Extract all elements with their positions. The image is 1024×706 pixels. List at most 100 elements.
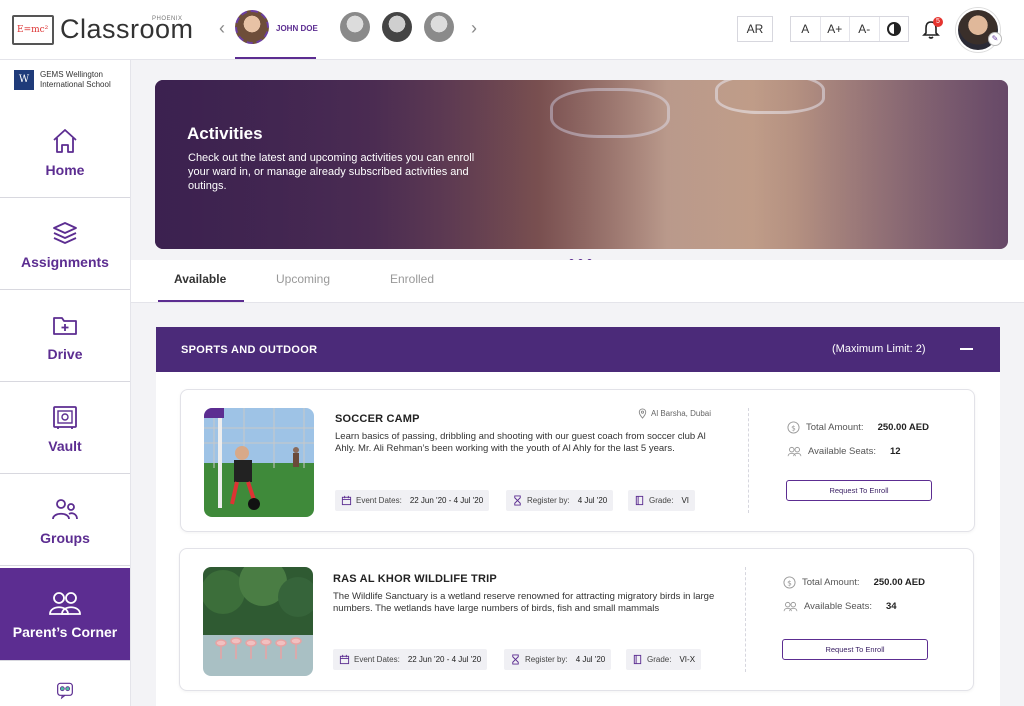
register-by-chip: Register by: 4 Jul '20 <box>506 490 614 511</box>
hourglass-icon <box>512 654 519 665</box>
grade-label: Grade: <box>649 496 674 505</box>
available-seats-value: 12 <box>889 446 901 457</box>
available-seats-value: 34 <box>885 601 897 612</box>
sidebar-item-label: Home <box>45 162 85 178</box>
school-crest-icon: W <box>14 70 34 90</box>
collapse-icon[interactable] <box>960 348 973 350</box>
logo-subtext: PHOENIX <box>152 16 183 22</box>
total-amount-label: Total Amount: <box>802 577 860 588</box>
layers-icon <box>53 222 77 244</box>
contrast-icon <box>886 22 901 36</box>
event-dates-label: Event Dates: <box>354 655 400 664</box>
logo-board-icon: E=mc² <box>12 14 54 45</box>
sidebar-item-vault[interactable]: Vault <box>0 383 130 474</box>
banner-description: Check out the latest and upcoming activi… <box>188 152 475 192</box>
grade-value: VI-X <box>679 655 696 664</box>
sidebar-item-label: Assignments <box>21 254 109 270</box>
folder-plus-icon <box>53 317 77 335</box>
dollar-coin-icon: $ <box>783 576 796 589</box>
kid-face-icon <box>57 682 73 700</box>
font-decrease-button[interactable]: A- <box>850 17 880 41</box>
svg-text:$: $ <box>791 423 796 432</box>
font-size-controls: A A+ A- <box>790 16 909 42</box>
school-name: GEMS Wellington International School <box>40 70 111 90</box>
dollar-coin-icon: $ <box>787 421 800 434</box>
total-amount-value: 250.00 AED <box>877 422 929 433</box>
activities-banner: Activities Check out the latest and upco… <box>155 80 1008 249</box>
activity-description: Learn basics of passing, dribbling and s… <box>335 431 706 454</box>
event-dates-value: 22 Jun '20 - 4 Jul '20 <box>409 496 484 505</box>
event-dates-value: 22 Jun '20 - 4 Jul '20 <box>407 655 482 664</box>
request-enroll-button[interactable]: Request To Enroll <box>786 480 932 501</box>
total-amount-value: 250.00 AED <box>873 577 925 588</box>
activity-card: RAS AL KHOR WILDLIFE TRIP The Wildlife S… <box>179 548 974 691</box>
tab-active-indicator <box>158 300 244 302</box>
language-button[interactable]: AR <box>737 16 773 42</box>
calendar-icon <box>341 495 352 506</box>
top-header: E=mc² Classroom PHOENIX ‹ JOHN DOE › AR … <box>0 0 1024 60</box>
contrast-toggle[interactable] <box>880 17 909 41</box>
child-avatar[interactable] <box>340 12 370 42</box>
svg-text:$: $ <box>787 578 792 587</box>
tab-available[interactable]: Available <box>174 272 226 286</box>
font-normal-button[interactable]: A <box>791 17 821 41</box>
sidebar-item-assignments[interactable]: Assignments <box>0 199 130 290</box>
font-increase-button[interactable]: A+ <box>821 17 850 41</box>
sidebar-item-groups[interactable]: Groups <box>0 475 130 566</box>
sidebar: W GEMS Wellington International School H… <box>0 60 131 706</box>
tab-enrolled[interactable]: Enrolled <box>390 272 434 286</box>
sidebar-item-drive[interactable]: Drive <box>0 291 130 382</box>
location-pin-icon <box>638 408 647 419</box>
chevron-left-icon[interactable]: ‹ <box>215 18 229 39</box>
notification-badge: 5 <box>933 17 943 27</box>
school-name-line1: GEMS Wellington <box>40 70 103 79</box>
child-avatar-selected[interactable] <box>235 10 269 44</box>
selected-child-name[interactable]: JOHN DOE <box>276 24 318 33</box>
wildlife-photo <box>203 567 313 676</box>
total-amount-row: $ Total Amount: 250.00 AED <box>787 421 929 434</box>
sidebar-item-label: Groups <box>40 530 90 546</box>
sidebar-item-more[interactable] <box>0 662 130 706</box>
tab-upcoming[interactable]: Upcoming <box>276 272 330 286</box>
section-title: SPORTS AND OUTDOOR <box>181 344 318 356</box>
activity-image-wildlife <box>203 567 313 676</box>
sidebar-item-label: Vault <box>48 438 82 454</box>
sidebar-item-parents-corner[interactable]: Parent’s Corner <box>0 568 130 661</box>
home-icon <box>53 129 77 153</box>
section-header[interactable]: SPORTS AND OUTDOOR (Maximum Limit: 2) <box>156 327 1000 372</box>
activity-description: The Wildlife Sanctuary is a wetland rese… <box>333 591 715 614</box>
activity-tabs: Available Upcoming Enrolled <box>131 260 1024 303</box>
chevron-right-icon[interactable]: › <box>467 18 481 39</box>
available-seats-row: Available Seats: 34 <box>783 601 897 612</box>
book-icon <box>633 654 642 665</box>
available-seats-label: Available Seats: <box>804 601 872 612</box>
vault-icon <box>53 406 77 429</box>
total-amount-label: Total Amount: <box>806 422 864 433</box>
card-divider <box>748 408 749 513</box>
activity-title: RAS AL KHOR WILDLIFE TRIP <box>333 573 497 585</box>
total-amount-row: $ Total Amount: 250.00 AED <box>783 576 925 589</box>
section-limit: (Maximum Limit: 2) <box>832 343 926 355</box>
section-body: SOCCER CAMP Al Barsha, Dubai Learn basic… <box>156 372 1000 706</box>
activity-location: Al Barsha, Dubai <box>637 408 711 419</box>
child-avatar[interactable] <box>424 12 454 42</box>
activity-image-soccer <box>204 408 314 517</box>
grade-chip: Grade: VI-X <box>626 649 702 670</box>
event-dates-chip: Event Dates: 22 Jun '20 - 4 Jul '20 <box>335 490 490 511</box>
sidebar-item-label: Drive <box>47 346 83 362</box>
child-selected-indicator <box>235 57 316 59</box>
edit-profile-icon[interactable]: ✎ <box>988 32 1002 46</box>
grade-label: Grade: <box>647 655 672 664</box>
banner-title: Activities <box>187 124 263 143</box>
register-by-chip: Register by: 4 Jul '20 <box>504 649 612 670</box>
logo-board-formula: E=mc² <box>17 24 49 35</box>
sidebar-item-home[interactable]: Home <box>0 107 130 198</box>
school-name-line2: International School <box>40 80 111 89</box>
people-icon <box>783 601 798 612</box>
groups-icon <box>52 499 78 520</box>
grade-value: VI <box>681 496 690 505</box>
child-avatar[interactable] <box>382 12 412 42</box>
classroom-logo[interactable]: E=mc² Classroom PHOENIX <box>12 14 194 45</box>
parents-icon <box>49 592 81 615</box>
request-enroll-button[interactable]: Request To Enroll <box>782 639 928 660</box>
